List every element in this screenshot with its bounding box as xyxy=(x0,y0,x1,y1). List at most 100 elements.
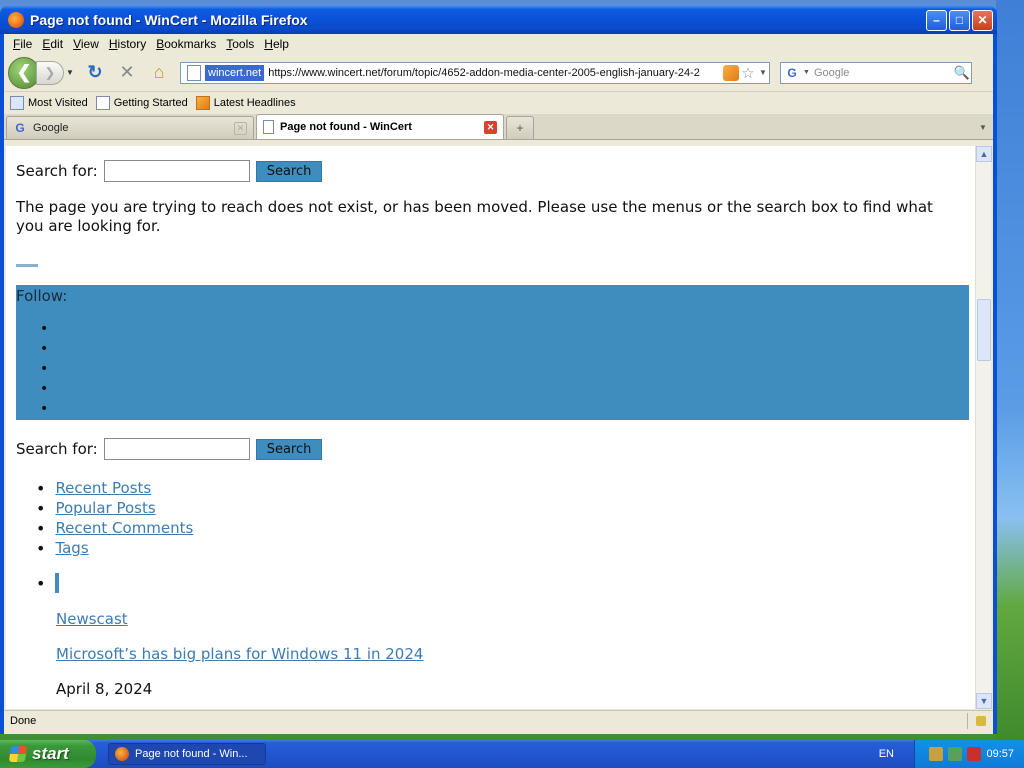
list-item: Popular Posts xyxy=(36,498,193,518)
search-label: Search for: xyxy=(16,162,98,180)
navigation-toolbar: ❮ ❯ ▼ ↻ ✕ ⌂ wincert.net https://www.winc… xyxy=(4,54,993,92)
new-tab-button[interactable]: + xyxy=(506,116,534,139)
divider xyxy=(16,264,38,267)
language-indicator[interactable]: EN xyxy=(879,748,894,760)
firefox-window: Page not found - WinCert - Mozilla Firef… xyxy=(0,6,997,734)
url-dropdown-icon[interactable]: ▼ xyxy=(757,68,769,77)
follow-item: • xyxy=(40,381,49,397)
scroll-thumb[interactable] xyxy=(977,299,991,361)
window-controls: – □ ✕ xyxy=(926,9,993,31)
menu-tools[interactable]: Tools xyxy=(221,37,259,51)
page-icon xyxy=(95,96,110,110)
tab-list-dropdown-button[interactable]: ▼ xyxy=(975,118,991,136)
vertical-scrollbar[interactable]: ▲ ▼ xyxy=(975,146,992,709)
firefox-icon xyxy=(8,12,24,28)
search-bar[interactable]: G ▼ Google 🔍 xyxy=(780,61,972,84)
status-text: Done xyxy=(10,714,37,727)
tray-security-shield-icon[interactable] xyxy=(967,747,982,761)
stop-button[interactable]: ✕ xyxy=(114,60,140,86)
menu-help[interactable]: Help xyxy=(259,37,294,51)
search-input[interactable] xyxy=(103,160,250,182)
search-form-top: Search for: Search xyxy=(16,160,323,182)
stop-icon: ✕ xyxy=(119,62,135,82)
most-visited-icon xyxy=(10,96,24,110)
page-favicon-icon xyxy=(187,64,201,81)
site-identity-button[interactable]: wincert.net xyxy=(205,64,265,81)
scroll-down-icon[interactable]: ▼ xyxy=(976,693,992,709)
bookmark-label: Most Visited xyxy=(28,97,88,109)
menu-edit[interactable]: Edit xyxy=(37,37,68,51)
reload-button[interactable]: ↻ xyxy=(82,60,108,86)
url-text[interactable]: https://www.wincert.net/forum/topic/4652… xyxy=(268,67,721,79)
tab-close-icon[interactable]: ✕ xyxy=(234,121,247,135)
link-recent-comments[interactable]: Recent Comments xyxy=(55,519,193,537)
windows-flag-icon xyxy=(8,746,28,762)
search-input[interactable] xyxy=(103,438,250,460)
tab-close-icon[interactable]: ✕ xyxy=(484,120,497,134)
not-found-message: The page you are trying to reach does no… xyxy=(16,198,933,235)
follow-panel: Follow: • • • • • xyxy=(16,285,969,420)
post-list-item: • xyxy=(36,573,60,593)
follow-item: • xyxy=(40,341,49,357)
clock[interactable]: 09:57 xyxy=(986,748,1014,760)
bookmark-getting-started[interactable]: Getting Started xyxy=(95,96,188,110)
scroll-up-icon[interactable]: ▲ xyxy=(976,146,992,162)
menu-view[interactable]: View xyxy=(68,37,104,51)
bookmark-latest-headlines[interactable]: Latest Headlines xyxy=(195,96,296,110)
tray-network-icon[interactable] xyxy=(929,747,944,761)
post-title-link[interactable]: Microsoft’s has big plans for Windows 11… xyxy=(56,645,423,663)
rss-feed-icon xyxy=(195,96,210,110)
security-status[interactable] xyxy=(967,712,993,729)
bookmark-star-icon[interactable]: ☆ xyxy=(739,64,757,82)
post-date: April 8, 2024 xyxy=(56,680,153,698)
history-dropdown-button[interactable]: ▼ xyxy=(64,61,76,85)
search-placeholder[interactable]: Google xyxy=(814,67,953,79)
link-popular-posts[interactable]: Popular Posts xyxy=(55,499,155,517)
menu-history[interactable]: History xyxy=(104,37,151,51)
maximize-button[interactable]: □ xyxy=(949,9,970,31)
link-recent-posts[interactable]: Recent Posts xyxy=(55,479,151,497)
system-tray: 09:57 xyxy=(914,740,1024,768)
firefox-icon xyxy=(115,747,129,761)
bookmark-most-visited[interactable]: Most Visited xyxy=(10,96,88,110)
bookmark-label: Latest Headlines xyxy=(213,97,296,109)
google-engine-icon[interactable]: G xyxy=(781,64,803,82)
bookmark-label: Getting Started xyxy=(113,97,188,109)
desktop-background xyxy=(996,0,1024,740)
search-button[interactable]: Search xyxy=(255,160,323,182)
post-category-link[interactable]: Newscast xyxy=(56,610,128,628)
search-form-bottom: Search for: Search xyxy=(16,438,323,460)
minimize-button[interactable]: – xyxy=(926,9,947,31)
start-button[interactable]: start xyxy=(0,740,96,768)
search-button[interactable]: Search xyxy=(255,438,323,460)
tab-page-not-found[interactable]: Page not found - WinCert ✕ xyxy=(256,114,504,139)
google-favicon-icon: G xyxy=(15,121,25,135)
follow-list: • • • • • xyxy=(40,321,48,421)
page-favicon-icon xyxy=(263,120,274,134)
link-tags[interactable]: Tags xyxy=(55,539,88,557)
tab-google[interactable]: G Google ✕ xyxy=(6,116,254,139)
sidebar-links: Recent Posts Popular Posts Recent Commen… xyxy=(36,478,193,558)
task-label: Page not found - Win... xyxy=(135,748,248,760)
url-bar[interactable]: wincert.net https://www.wincert.net/foru… xyxy=(180,61,770,84)
lock-icon xyxy=(975,715,986,726)
title-bar[interactable]: Page not found - WinCert - Mozilla Firef… xyxy=(0,6,997,34)
plus-icon: + xyxy=(516,121,524,135)
menu-bar: File Edit View History Bookmarks Tools H… xyxy=(4,34,993,54)
tray-app-icon[interactable] xyxy=(948,747,963,761)
taskbar-item-firefox[interactable]: Page not found - Win... xyxy=(108,743,266,765)
engine-dropdown-icon[interactable]: ▼ xyxy=(803,69,810,76)
tab-strip: G Google ✕ Page not found - WinCert ✕ + … xyxy=(4,114,993,140)
close-button[interactable]: ✕ xyxy=(972,9,993,31)
back-arrow-icon: ❮ xyxy=(16,62,32,82)
rss-feed-icon[interactable] xyxy=(723,64,739,81)
follow-label: Follow: xyxy=(16,287,68,305)
home-button[interactable]: ⌂ xyxy=(146,60,172,86)
page-content: Search for: Search The page you are tryi… xyxy=(6,146,975,709)
home-icon: ⌂ xyxy=(153,62,165,82)
menu-file[interactable]: File xyxy=(8,37,37,51)
menu-bookmarks[interactable]: Bookmarks xyxy=(151,37,221,51)
bookmarks-toolbar: Most Visited Getting Started Latest Head… xyxy=(4,92,993,114)
magnifier-icon[interactable]: 🔍 xyxy=(953,65,971,81)
forward-button[interactable]: ❯ xyxy=(36,60,64,85)
